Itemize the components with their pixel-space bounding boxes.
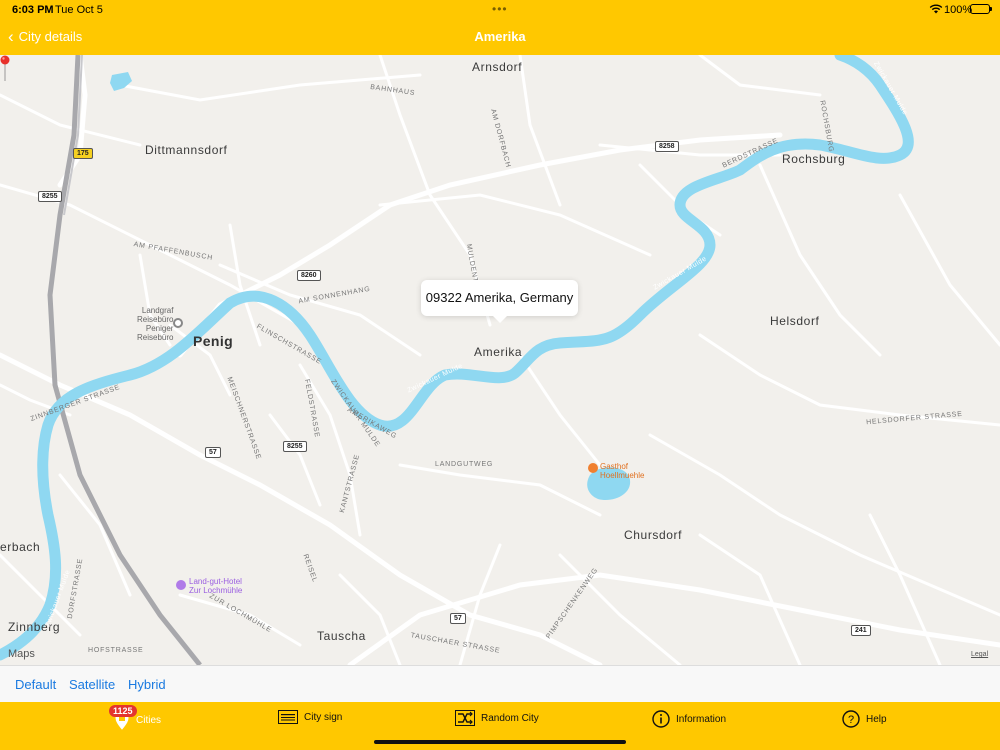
status-date: Tue Oct 5 [55, 4, 103, 16]
tab-help[interactable]: ? Help [842, 710, 887, 728]
place-label[interactable]: Rochsburg [782, 152, 845, 166]
route-shield: 8258 [655, 141, 679, 152]
city-sign-icon [278, 710, 298, 724]
route-shield: 57 [205, 447, 221, 458]
route-shield: 8255 [283, 441, 307, 452]
route-shield: 57 [450, 613, 466, 624]
hotel-icon[interactable] [176, 580, 186, 590]
street-label: HOFSTRASSE [88, 647, 144, 654]
place-label[interactable]: Helsdorf [770, 314, 819, 328]
tab-label: Help [866, 713, 887, 725]
tab-label: Cities [136, 714, 162, 726]
poi-label[interactable]: Gasthof Hoellmuehle [600, 462, 644, 480]
svg-text:?: ? [848, 714, 854, 726]
info-icon [652, 710, 670, 728]
wifi-icon [929, 4, 943, 14]
street-label: LANDGUTWEG [435, 461, 494, 468]
map-type-satellite-button[interactable]: Satellite [69, 677, 115, 692]
tab-random-city[interactable]: Random City [455, 710, 539, 726]
cities-count-badge: 1125 [109, 705, 137, 717]
map-view[interactable]: Arnsdorf Dittmannsdorf Rochsburg Penig A… [0, 55, 1000, 665]
tab-information[interactable]: Information [652, 710, 726, 728]
tab-label: Information [676, 713, 727, 725]
route-shield: 175 [73, 148, 93, 159]
route-shield: 8260 [297, 270, 321, 281]
map-pin-icon[interactable] [0, 55, 10, 81]
home-indicator[interactable] [374, 740, 626, 744]
help-icon: ? [842, 710, 860, 728]
place-label[interactable]: Chursdorf [624, 528, 682, 542]
place-label[interactable]: Tauscha [317, 629, 366, 643]
map-type-default-button[interactable]: Default [15, 677, 56, 692]
apple-maps-attribution: Maps [8, 648, 35, 660]
tab-city-sign[interactable]: City sign [278, 710, 342, 724]
place-label[interactable]: Amerika [474, 345, 522, 359]
multitasking-dots-icon[interactable]: ••• [492, 2, 508, 16]
tab-label: City sign [304, 711, 343, 723]
location-callout[interactable]: 09322 Amerika, Germany [421, 280, 578, 323]
tab-label: Random City [481, 712, 539, 724]
poi-label[interactable]: Land-gut-Hotel Zur Lochmühle [189, 577, 242, 595]
map-type-selector: Default Satellite Hybrid [0, 665, 1000, 702]
map-type-hybrid-button[interactable]: Hybrid [128, 677, 166, 692]
restaurant-icon[interactable] [588, 463, 598, 473]
status-time: 6:03 PM [12, 4, 54, 16]
battery-icon [970, 4, 992, 14]
poi-marker-icon[interactable] [173, 318, 183, 328]
place-label[interactable]: Arnsdorf [472, 60, 522, 74]
page-title: Amerika [474, 29, 526, 44]
legal-link[interactable]: Legal [971, 651, 988, 658]
place-label[interactable]: Dittmannsdorf [145, 143, 228, 157]
route-shield: 241 [851, 625, 871, 636]
status-bar: 6:03 PM Tue Oct 5 ••• 100% [0, 0, 1000, 20]
shuffle-icon [455, 710, 475, 726]
battery-percent: 100% [944, 4, 973, 16]
place-label[interactable]: Penig [193, 333, 233, 349]
navigation-bar: ‹ City details Amerika [0, 20, 1000, 55]
poi-label[interactable]: Landgraf Reisebüro Peniger Reisebüro [137, 306, 173, 342]
route-shield: 8255 [38, 191, 62, 202]
place-label[interactable]: erbach [0, 540, 40, 554]
